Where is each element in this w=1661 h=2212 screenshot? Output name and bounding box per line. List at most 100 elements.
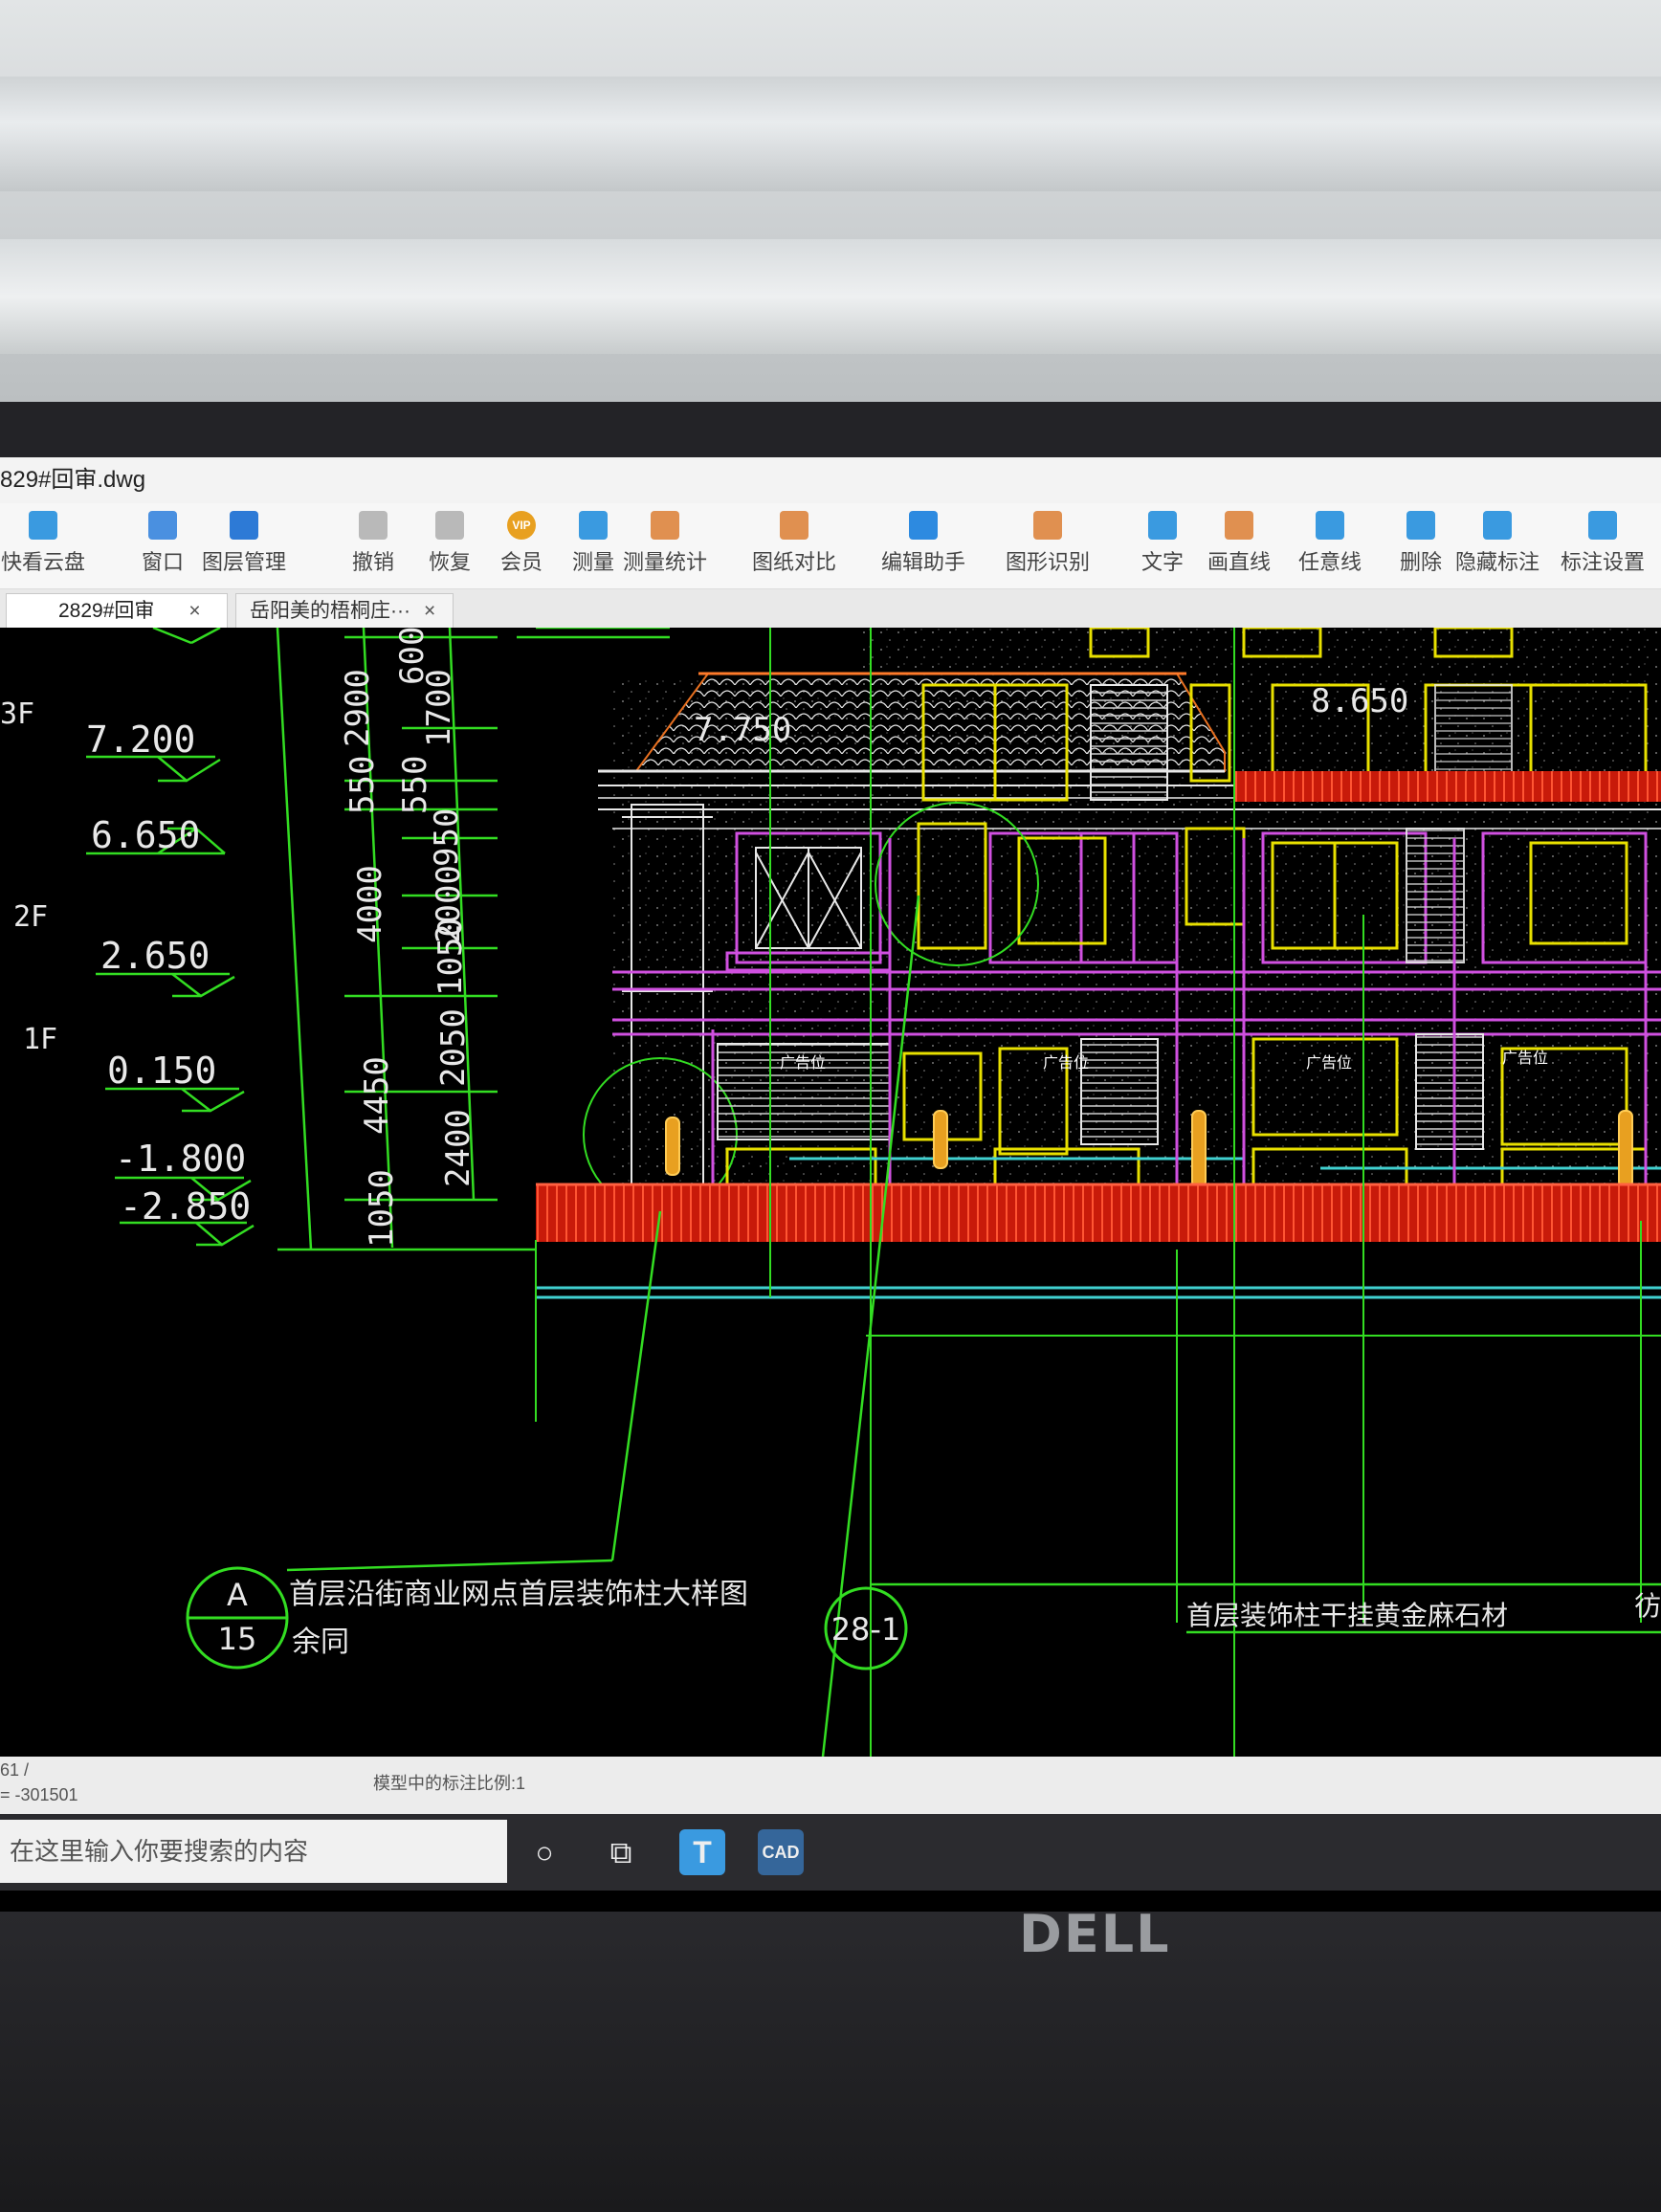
window-icon	[148, 511, 177, 540]
hide-annotation-icon	[1483, 511, 1512, 540]
line-icon	[1225, 511, 1253, 540]
sign-label: 广告位	[780, 1053, 826, 1072]
elevation-label: 6.650	[91, 814, 200, 856]
measure-stats-icon	[651, 511, 679, 540]
dimension-label: 1050	[432, 918, 470, 996]
tab-bar: 2829#回审 × 岳阳美的梧桐庄··· ×	[0, 589, 1661, 628]
dimension-label: 2900	[339, 669, 377, 747]
toolbar-label: 画直线	[1207, 550, 1271, 574]
compare-icon	[780, 511, 808, 540]
shelf	[0, 239, 1661, 354]
taskbar-search[interactable]: 在这里输入你要搜索的内容	[0, 1820, 507, 1883]
toolbar-label: 图纸对比	[751, 550, 836, 574]
note-right: 首层装饰柱干挂黄金麻石材	[1186, 1600, 1508, 1631]
elevation-label: 7.200	[86, 719, 195, 761]
taskbar: 在这里输入你要搜索的内容 ○ ⧉ T CAD	[0, 1814, 1661, 1891]
toolbar-label: 恢复	[428, 550, 471, 574]
screen: 829#回审.dwg 快看云盘 窗口 图层管理 撤销 恢复 VIP 会员 测量 测量统计 图纸对比…	[0, 457, 1661, 1912]
undo-icon	[359, 511, 388, 540]
toolbar-button-3[interactable]: 图层管理	[196, 511, 292, 587]
toolbar-label: 会员	[499, 550, 543, 574]
toolbar-button-17[interactable]: 标注设置	[1555, 511, 1650, 587]
close-icon[interactable]: ×	[424, 600, 435, 622]
elevation-label: -2.850	[120, 1185, 251, 1228]
floor-label-2f: 2F	[13, 900, 48, 934]
cad-app-icon[interactable]: CAD	[758, 1829, 804, 1875]
elevation-label: 2.650	[100, 935, 210, 977]
status-bar: 61 / = -301501 模型中的标注比例:1	[0, 1757, 1661, 1814]
elevation-label: -1.800	[115, 1138, 246, 1180]
dell-logo: DELL	[1019, 1904, 1171, 1964]
toolbar-button-16[interactable]: 隐藏标注	[1450, 511, 1545, 587]
toolbar-button-8[interactable]: 测量统计	[617, 511, 713, 587]
shape-recognition-icon	[1033, 511, 1062, 540]
note-edge: 彷	[1634, 1590, 1661, 1622]
toolbar-label: 标注设置	[1560, 550, 1645, 574]
dimension-label: 4450	[358, 1056, 396, 1135]
callout-a15: A 15	[186, 1566, 289, 1670]
elevation-label: 7.750	[694, 711, 791, 749]
edit-assistant-icon	[909, 511, 938, 540]
toolbar-label: 图形识别	[1005, 550, 1090, 574]
note-main: 首层沿街商业网点首层装饰柱大样图	[289, 1578, 748, 1611]
sign-label: 广告位	[1306, 1053, 1352, 1072]
toolbar-label: 删除	[1399, 550, 1442, 574]
toolbar-button-1[interactable]: 快看云盘	[0, 511, 86, 587]
toolbar-label: 编辑助手	[880, 550, 965, 574]
toolbar-button-11[interactable]: 图形识别	[1000, 511, 1096, 587]
coordinate-readout: = -301501	[0, 1785, 78, 1804]
toolbar-button-13[interactable]: 画直线	[1191, 511, 1287, 587]
toolbar-button-14[interactable]: 任意线	[1282, 511, 1378, 587]
task-view-icon[interactable]: ⧉	[598, 1829, 644, 1875]
toolbar-label: 隐藏标注	[1454, 550, 1539, 574]
toolbar-label: 图层管理	[201, 550, 286, 574]
elevation-label: 0.150	[107, 1050, 216, 1092]
measure-icon	[579, 511, 608, 540]
toolbar-label: 测量统计	[622, 550, 707, 574]
tab-label: 岳阳美的梧桐庄···	[250, 600, 410, 622]
cortana-icon[interactable]: ○	[521, 1829, 567, 1875]
toolbar-label: 任意线	[1297, 550, 1362, 574]
sign-label: 广告位	[1502, 1049, 1548, 1067]
callout-letter: A	[227, 1577, 248, 1613]
dimension-label: 2050	[434, 1008, 473, 1087]
dimension-label: 4000	[351, 865, 389, 943]
toolbar-label: 快看云盘	[0, 550, 85, 574]
monitor-chin	[0, 1894, 1661, 2212]
toolbar-label: 撤销	[351, 550, 394, 574]
text-app-icon[interactable]: T	[679, 1829, 725, 1875]
callout-label: 28-1	[831, 1611, 901, 1648]
text-icon	[1148, 511, 1177, 540]
tab-yueyang[interactable]: 岳阳美的梧桐庄··· ×	[235, 593, 454, 628]
cloud-icon	[29, 511, 57, 540]
floor-label-1f: 1F	[23, 1023, 57, 1056]
close-icon[interactable]: ×	[188, 600, 200, 622]
toolbar-button-10[interactable]: 编辑助手	[875, 511, 971, 587]
annotation-scale: 模型中的标注比例:1	[373, 1774, 526, 1793]
dimension-label: 550	[343, 756, 382, 814]
cad-canvas[interactable]: 3F 2F 1F 7.200 6.650 2.650 0.150 -1.800 …	[0, 628, 1661, 1757]
annotation-settings-icon	[1588, 511, 1617, 540]
elevation-label: 8.650	[1311, 682, 1408, 720]
dimension-label: 1050	[363, 1169, 401, 1248]
layers-icon	[230, 511, 258, 540]
coordinate-readout: 61 /	[0, 1760, 30, 1780]
background-room	[0, 0, 1661, 421]
toolbar: 快看云盘 窗口 图层管理 撤销 恢复 VIP 会员 测量 测量统计 图纸对比 编辑助手 图形识别 文字画…	[0, 503, 1661, 589]
sign-label: 广告位	[1043, 1053, 1089, 1072]
callout-sheet: 15	[218, 1621, 257, 1657]
toolbar-label: 窗口	[141, 550, 184, 574]
dimension-label: 2400	[439, 1109, 477, 1187]
callout-28-1: 28-1	[824, 1586, 908, 1670]
tab-2829[interactable]: 2829#回审 ×	[6, 593, 228, 628]
toolbar-button-9[interactable]: 图纸对比	[746, 511, 842, 587]
shelf	[0, 77, 1661, 191]
dimension-label: 550	[396, 756, 434, 814]
eraser-icon	[1406, 511, 1435, 540]
vip-icon: VIP	[507, 511, 536, 540]
freehand-icon	[1316, 511, 1344, 540]
tab-label: 2829#回审	[58, 600, 155, 622]
dimension-label: 950	[428, 808, 466, 867]
toolbar-label: 测量	[571, 550, 614, 574]
cad-drawing: 3F 2F 1F 7.200 6.650 2.650 0.150 -1.800 …	[0, 628, 1661, 1757]
